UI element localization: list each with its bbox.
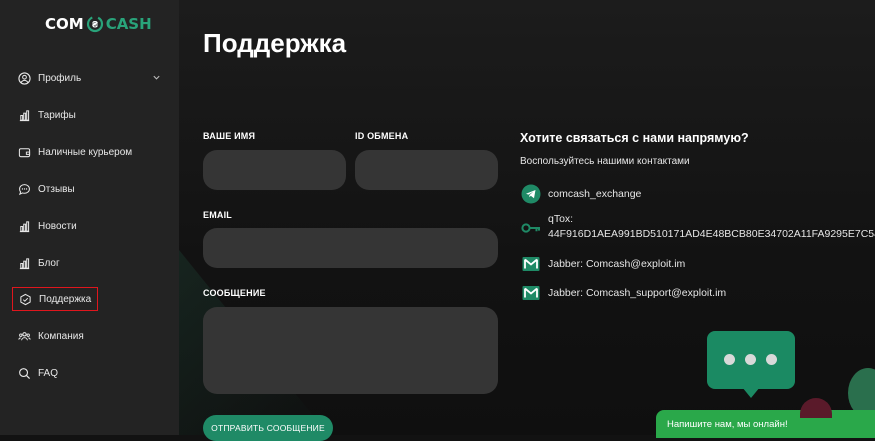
- sidebar-item-label: Профиль: [38, 72, 82, 84]
- contact-jabber-2[interactable]: Jabber: Comcash_support@exploit.im: [521, 283, 726, 303]
- typing-dot: [766, 354, 777, 365]
- qtox-label: qTox:: [548, 213, 574, 225]
- contact-qtox[interactable]: qTox: 44F916D1AEA991BD510171AD4E48BCB80E…: [521, 212, 875, 242]
- chevron-down-icon[interactable]: [152, 73, 161, 82]
- jabber-1-text: Jabber: Comcash@exploit.im: [548, 258, 686, 270]
- contact-telegram[interactable]: comcash_exchange: [521, 184, 641, 204]
- svg-text:₴: ₴: [92, 20, 98, 30]
- sidebar-item-label: Отзывы: [38, 183, 75, 195]
- sidebar-item-news[interactable]: Новости: [12, 214, 83, 238]
- message-textarea[interactable]: [203, 307, 498, 394]
- email-field[interactable]: [203, 228, 498, 268]
- chat-bubble-icon: [19, 183, 30, 195]
- sidebar-item-profile[interactable]: Профиль: [12, 66, 87, 90]
- exchange-id-input[interactable]: [355, 150, 498, 190]
- sidebar-item-label: Новости: [38, 220, 77, 232]
- name-input[interactable]: [203, 150, 346, 190]
- contacts-subheading: Воспользуйтесь нашими контактами: [520, 156, 690, 167]
- sidebar-item-label: Тарифы: [38, 109, 76, 121]
- logo-text-cash: CASH: [105, 15, 152, 33]
- sidebar-item-tariffs[interactable]: Тарифы: [12, 103, 82, 127]
- search-icon: [19, 367, 31, 379]
- wallet-icon: [18, 147, 31, 157]
- mail-icon: [522, 286, 540, 300]
- email-label: EMAIL: [203, 210, 232, 220]
- mail-icon: [522, 257, 540, 271]
- telegram-handle: comcash_exchange: [548, 188, 642, 200]
- sidebar-item-reviews[interactable]: Отзывы: [12, 177, 81, 201]
- key-icon: [521, 223, 540, 233]
- exchange-id-label: ID ОБМЕНА: [355, 131, 409, 141]
- sidebar-item-blog[interactable]: Блог: [12, 251, 66, 275]
- logo-text-com: COM: [45, 15, 84, 33]
- qtox-value: 44F916D1AEA991BD510171AD4E48BCB80E34702A…: [548, 228, 875, 240]
- sidebar-item-label: Поддержка: [39, 293, 92, 305]
- sidebar-item-faq[interactable]: FAQ: [12, 361, 64, 385]
- sidebar-item-label: FAQ: [38, 367, 59, 379]
- contacts-heading: Хотите связаться с нами напрямую?: [520, 131, 749, 145]
- bar-chart-icon: [19, 220, 30, 232]
- support-icon: [20, 293, 31, 305]
- sidebar-item-label: Блог: [38, 257, 60, 269]
- chat-open-button[interactable]: Напишите нам, мы онлайн!: [656, 410, 875, 438]
- users-icon: [18, 331, 31, 340]
- chat-bubble-tail: [742, 387, 760, 398]
- telegram-icon: [521, 184, 541, 204]
- sidebar-item-support[interactable]: Поддержка: [12, 287, 99, 311]
- jabber-2-text: Jabber: Comcash_support@exploit.im: [548, 287, 727, 299]
- sidebar-item-label: Наличные курьером: [38, 146, 133, 158]
- sidebar-item-company[interactable]: Компания: [12, 324, 90, 348]
- qtox-block: qTox: 44F916D1AEA991BD510171AD4E48BCB80E…: [548, 212, 875, 242]
- typing-dot: [724, 354, 735, 365]
- sidebar: COM ₴ CASH Профиль Тарифы Наличные курье…: [0, 0, 179, 435]
- logo[interactable]: COM ₴ CASH: [45, 12, 152, 36]
- bar-chart-icon: [19, 257, 30, 269]
- message-label: СООБЩЕНИЕ: [203, 288, 266, 298]
- send-message-button[interactable]: ОТПРАВИТЬ СООБЩЕНИЕ: [203, 415, 333, 441]
- coin-icon: ₴: [86, 15, 103, 33]
- sidebar-item-cash-courier[interactable]: Наличные курьером: [12, 140, 138, 164]
- typing-dot: [745, 354, 756, 365]
- contact-jabber-1[interactable]: Jabber: Comcash@exploit.im: [521, 254, 685, 274]
- sidebar-item-label: Компания: [38, 330, 84, 342]
- page-title: Поддержка: [203, 28, 347, 58]
- bar-chart-icon: [19, 109, 30, 121]
- user-circle-icon: [18, 71, 31, 85]
- name-label: ВАШЕ ИМЯ: [203, 131, 256, 141]
